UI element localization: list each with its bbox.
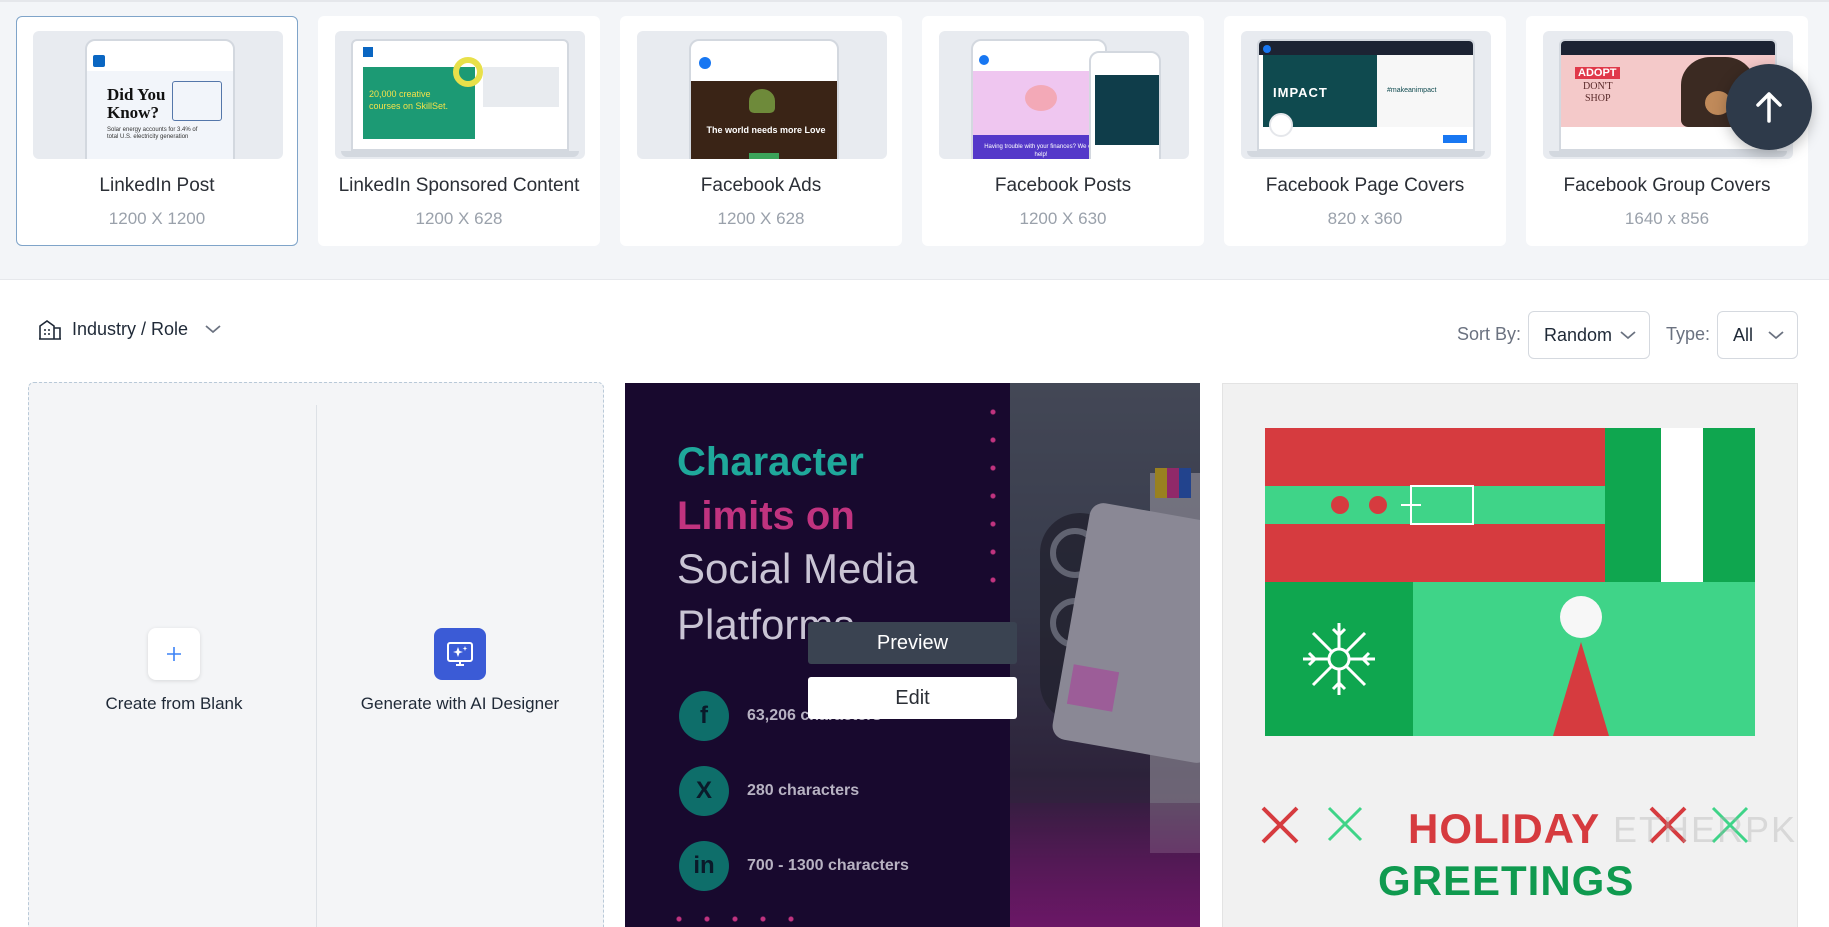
format-name: LinkedIn Sponsored Content: [338, 175, 580, 196]
list-item: X 280 characters: [679, 766, 859, 816]
decorative-dots: [990, 398, 996, 598]
sort-by-select[interactable]: Random: [1528, 311, 1650, 359]
format-card-linkedin-sponsored[interactable]: 20,000 creative courses on SkillSet. Lin…: [318, 16, 600, 246]
type-select[interactable]: All: [1717, 311, 1798, 359]
facebook-icon: f: [679, 691, 729, 741]
plus-icon: [167, 647, 181, 661]
template-card-holiday-greetings[interactable]: HOLIDAY GREETINGS ETHERPKIN: [1222, 383, 1798, 927]
holiday-title: HOLIDAY: [1408, 805, 1601, 852]
format-card-facebook-ads[interactable]: The world needs more Love Facebook Ads 1…: [620, 16, 902, 246]
format-name: Facebook Group Covers: [1563, 175, 1771, 196]
scroll-to-top-button[interactable]: [1726, 64, 1812, 150]
building-icon: [39, 320, 61, 340]
decorative-dots: [665, 916, 815, 922]
x-icon: X: [679, 766, 729, 816]
format-card-facebook-page-covers[interactable]: IMPACT #makeanimpact Facebook Page Cover…: [1224, 16, 1506, 246]
chevron-down-icon: [1620, 331, 1636, 340]
format-card-linkedin-post[interactable]: Did You Know? Solar energy accounts for …: [16, 16, 298, 246]
type-value: All: [1733, 324, 1754, 345]
create-from-blank-label[interactable]: Create from Blank: [69, 694, 279, 714]
thumb-headline: Did You: [107, 85, 166, 104]
edit-button[interactable]: Edit: [808, 677, 1017, 719]
template-heading: Character Limits on: [677, 440, 864, 538]
industry-role-label: Industry / Role: [72, 318, 189, 339]
format-name: Facebook Ads: [700, 175, 822, 196]
format-size: 1200 X 628: [415, 209, 503, 228]
format-thumbnail: The world needs more Love: [637, 31, 887, 159]
type-label: Type:: [1666, 324, 1711, 344]
format-strip: Did You Know? Solar energy accounts for …: [0, 0, 1829, 280]
format-thumbnail: 20,000 creative courses on SkillSet.: [335, 31, 585, 159]
format-size: 820 x 360: [1327, 209, 1403, 228]
format-thumbnail: IMPACT #makeanimpact: [1241, 31, 1491, 159]
linkedin-icon: in: [679, 841, 729, 891]
sort-by-label: Sort By:: [1457, 324, 1522, 344]
divider: [316, 405, 317, 927]
holiday-illustration: [1265, 428, 1755, 736]
preview-button[interactable]: Preview: [808, 622, 1017, 664]
format-name: Facebook Page Covers: [1265, 175, 1465, 196]
chevron-down-icon: [205, 325, 221, 334]
create-from-blank-button[interactable]: [148, 628, 200, 680]
create-card: Create from Blank Generate with AI Desig…: [28, 382, 604, 927]
ai-designer-label[interactable]: Generate with AI Designer: [337, 694, 583, 714]
ai-sparkle-icon: [447, 642, 473, 666]
industry-role-filter[interactable]: Industry / Role: [38, 318, 222, 340]
chevron-down-icon: [1768, 331, 1784, 340]
arrow-up-icon: [1756, 92, 1782, 123]
sort-by-value: Random: [1544, 324, 1613, 345]
format-size: 1200 X 628: [717, 209, 805, 228]
watermark: ETHERPKIN: [1613, 809, 1798, 850]
format-thumbnail: Did You Know? Solar energy accounts for …: [33, 31, 283, 159]
format-thumbnail: Having trouble with your finances? We ca…: [939, 31, 1189, 159]
format-size: 1200 X 1200: [108, 209, 206, 228]
holiday-subtitle: GREETINGS: [1378, 857, 1635, 904]
format-card-facebook-posts[interactable]: Having trouble with your finances? We ca…: [922, 16, 1204, 246]
list-item: in 700 - 1300 characters: [679, 841, 909, 891]
format-size: 1200 X 630: [1019, 209, 1107, 228]
format-name: LinkedIn Post: [99, 175, 215, 196]
format-name: Facebook Posts: [994, 175, 1132, 196]
format-size: 1640 x 856: [1624, 209, 1710, 228]
ai-designer-button[interactable]: [434, 628, 486, 680]
